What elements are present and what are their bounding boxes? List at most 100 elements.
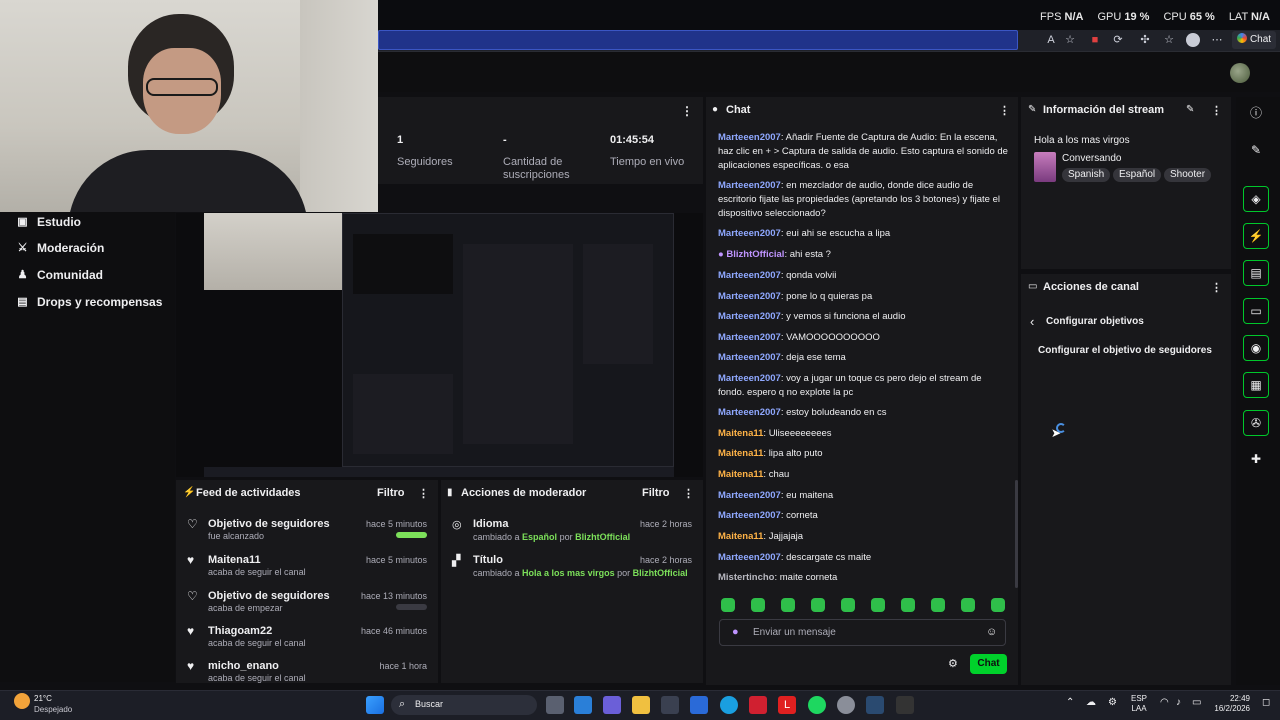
tag-chip[interactable]: Shooter (1164, 168, 1212, 182)
taskbar-search[interactable]: ⌕ Buscar (391, 695, 537, 715)
send-chat-button[interactable]: Chat (970, 654, 1007, 674)
chat-input[interactable]: ● Enviar un mensaje ☺ (719, 619, 1006, 646)
stream-preview[interactable] (176, 213, 703, 477)
weather-icon[interactable] (14, 693, 30, 709)
settings-gear-icon[interactable]: ⚙ (948, 657, 958, 670)
nav-item-drops[interactable]: ▤ Drops y recompensas (16, 293, 162, 311)
mod-action-user[interactable]: BlizhtOfficial (633, 568, 688, 578)
add-action-icon[interactable]: ✚ (1243, 447, 1269, 473)
layout-icon[interactable]: ▦ (1243, 372, 1269, 398)
chat-username[interactable]: Maitena11 (718, 531, 763, 542)
info-icon[interactable]: ⓘ (1243, 101, 1269, 127)
chat-menu-icon[interactable]: ⋮ (999, 104, 1010, 117)
back-chevron-icon[interactable]: ‹ (1030, 314, 1034, 329)
notifications-icon[interactable]: ◻ (1262, 697, 1270, 708)
chat-username[interactable]: Marteeen2007 (718, 510, 781, 521)
category-box-art[interactable] (1034, 152, 1056, 182)
emoji-icon[interactable]: ☺ (986, 626, 997, 638)
tag-chip[interactable]: Spanish (1062, 168, 1111, 182)
tag-chip[interactable]: Español (1113, 168, 1162, 182)
copilot-chat-button[interactable]: Chat (1232, 31, 1276, 49)
note-icon[interactable]: ▤ (1243, 260, 1269, 286)
volume-icon[interactable]: ♪ (1176, 697, 1181, 708)
language-indicator[interactable]: ESP LAA (1131, 694, 1147, 714)
chat-username[interactable]: Marteeen2007 (718, 180, 781, 191)
read-aloud-icon[interactable]: A (1044, 33, 1058, 47)
activity-menu-icon[interactable]: ⋮ (418, 487, 429, 500)
weather-desc[interactable]: Despejado (34, 705, 72, 714)
info-menu-icon[interactable]: ⋮ (1211, 104, 1222, 117)
clock[interactable]: 22:49 16/2/2026 (1214, 694, 1250, 714)
emote-icon[interactable] (751, 598, 765, 612)
user-avatar[interactable] (1230, 63, 1250, 83)
task-view-icon[interactable] (546, 696, 564, 714)
lightning-icon[interactable]: ⚡ (1243, 223, 1269, 249)
chat-username[interactable]: Marteeen2007 (718, 352, 781, 363)
cloud-icon[interactable]: ☁ (1086, 697, 1096, 708)
chat-username[interactable]: Marteeen2007 (718, 332, 781, 343)
profile-icon[interactable] (1186, 33, 1200, 47)
activity-row[interactable]: ♥ micho_enano acaba de seguir el canal h… (176, 657, 438, 689)
spotify-icon[interactable] (808, 696, 826, 714)
shield-app-icon[interactable] (749, 696, 767, 714)
chat-username[interactable]: Marteeen2007 (718, 132, 781, 143)
start-icon[interactable] (366, 696, 384, 714)
pencil-icon[interactable]: ✎ (1243, 138, 1269, 164)
activity-filter-button[interactable]: Filtro (377, 487, 405, 499)
star-icon[interactable]: ☆ (1063, 33, 1077, 47)
refresh-icon[interactable]: ⟳ (1111, 33, 1125, 47)
chat-username[interactable]: BlizhtOfficial (726, 249, 784, 260)
nav-item-moderacion[interactable]: ⚔ Moderación (16, 239, 105, 257)
activity-row[interactable]: ♥ Thiagoam22 acaba de seguir el canal ha… (176, 622, 438, 654)
chat-username[interactable]: Marteeen2007 (718, 291, 781, 302)
mod-menu-icon[interactable]: ⋮ (683, 487, 694, 500)
address-bar[interactable] (378, 30, 1018, 50)
emote-icon[interactable] (931, 598, 945, 612)
stream-category[interactable]: Conversando (1062, 153, 1121, 164)
mod-filter-button[interactable]: Filtro (642, 487, 670, 499)
chat-username[interactable]: Marteeen2007 (718, 311, 781, 322)
activity-row[interactable]: ♡ Objetivo de seguidores fue alcanzado h… (176, 515, 438, 547)
chat-username[interactable]: Marteeen2007 (718, 552, 781, 563)
emote-icon[interactable] (871, 598, 885, 612)
clip-icon[interactable]: ◈ (1243, 186, 1269, 212)
chevron-up-icon[interactable]: ⌃ (1066, 697, 1074, 708)
activity-row[interactable]: ♥ Maitena11 acaba de seguir el canal hac… (176, 551, 438, 583)
extensions-icon[interactable]: ✣ (1138, 33, 1152, 47)
actions-menu-icon[interactable]: ⋮ (1211, 281, 1222, 294)
letter-l-icon[interactable]: L (778, 696, 796, 714)
chat-username[interactable]: Marteeen2007 (718, 490, 781, 501)
emote-icon[interactable] (961, 598, 975, 612)
nav-item-estudio[interactable]: ▣ Estudio (16, 213, 81, 231)
emote-icon[interactable] (721, 598, 735, 612)
extension-icon[interactable]: ■ (1088, 33, 1102, 47)
emote-icon[interactable] (901, 598, 915, 612)
chat-username[interactable]: Marteeen2007 (718, 228, 781, 239)
teams-icon[interactable] (603, 696, 621, 714)
code-icon[interactable] (690, 696, 708, 714)
wrench-icon[interactable]: ✇ (1243, 410, 1269, 436)
battery-icon[interactable]: ▭ (1192, 697, 1201, 708)
app-icon[interactable] (896, 696, 914, 714)
chat-username[interactable]: Marteeen2007 (718, 270, 781, 281)
mod-action-row[interactable]: ▞ Título hace 2 horas cambiado a Hola a … (441, 551, 703, 583)
file-explorer-icon[interactable] (632, 696, 650, 714)
more-icon[interactable]: ⋯ (1210, 33, 1224, 47)
chat-username[interactable]: Mistertincho (718, 572, 774, 583)
emote-icon[interactable] (781, 598, 795, 612)
chat-scrollbar[interactable] (1015, 480, 1018, 588)
chat-username[interactable]: Maitena11 (718, 448, 763, 459)
app-icon[interactable] (574, 696, 592, 714)
configure-follower-goal[interactable]: Configurar el objetivo de seguidores (1038, 345, 1212, 356)
edge-icon[interactable] (720, 696, 738, 714)
stats-menu-icon[interactable]: ⋮ (681, 104, 693, 118)
mod-action-row[interactable]: ◎ Idioma hace 2 horas cambiado a Español… (441, 515, 703, 547)
chat-username[interactable]: Marteeen2007 (718, 373, 781, 384)
favorites-icon[interactable]: ☆ (1162, 33, 1176, 47)
chat-username[interactable]: Maitena11 (718, 469, 763, 480)
configure-goals-back[interactable]: Configurar objetivos (1046, 316, 1144, 327)
emote-icon[interactable] (811, 598, 825, 612)
chat-settings-icon[interactable]: ▭ (1243, 298, 1269, 324)
weather-temp[interactable]: 21°C (34, 694, 52, 703)
nav-item-comunidad[interactable]: ♟ Comunidad (16, 266, 103, 284)
